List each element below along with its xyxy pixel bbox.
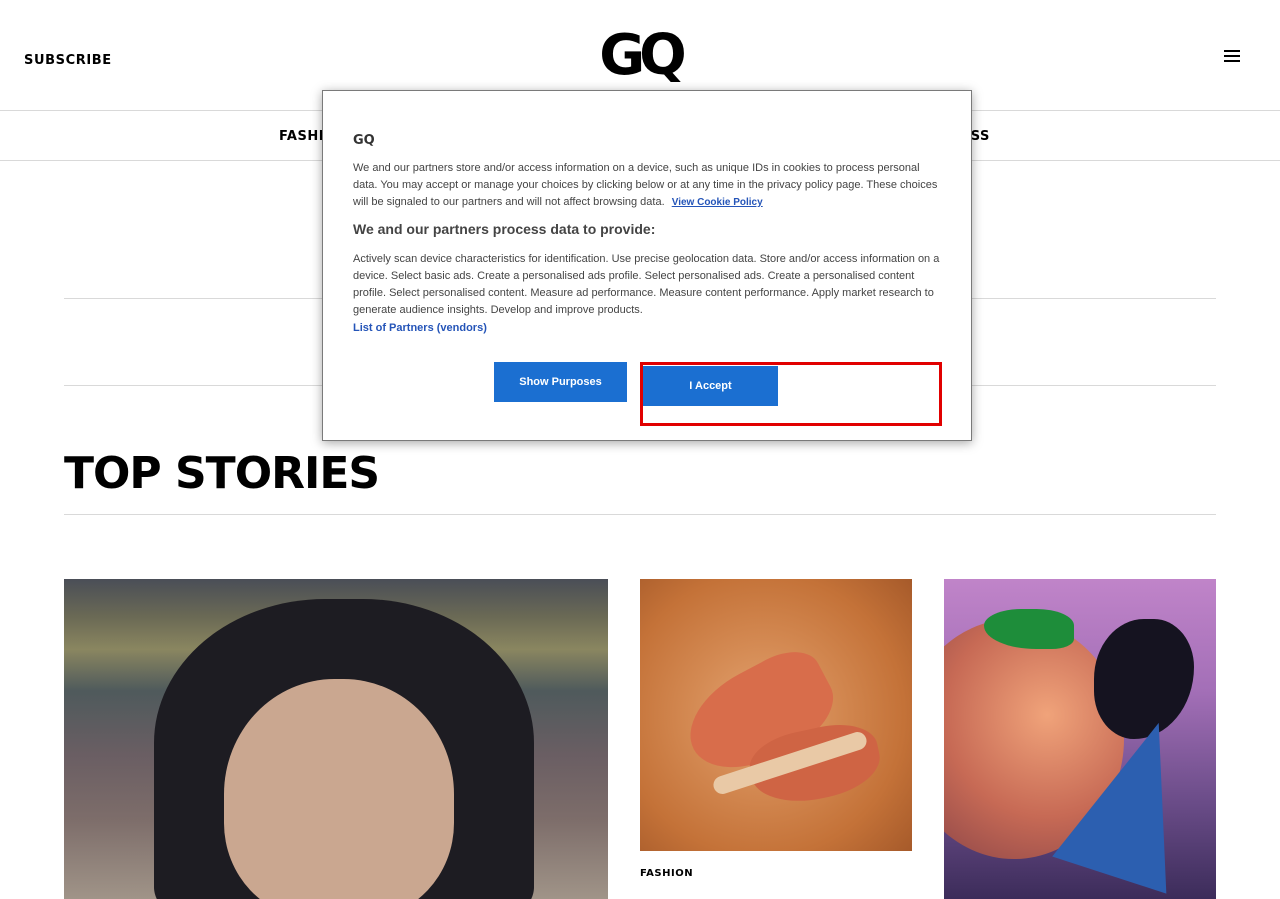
modal-intro-text: We and our partners store and/or access … xyxy=(353,160,943,211)
section-title: TOP STORIES xyxy=(64,448,380,499)
cookie-policy-link[interactable]: View Cookie Policy xyxy=(672,197,763,208)
story-image-illustration[interactable] xyxy=(944,579,1216,899)
modal-intro-body: We and our partners store and/or access … xyxy=(353,162,938,208)
show-purposes-button[interactable]: Show Purposes xyxy=(494,362,627,402)
partners-link[interactable]: List of Partners (vendors) xyxy=(353,322,487,334)
subscribe-link[interactable]: SUBSCRIBE xyxy=(24,53,112,68)
hamburger-menu-icon[interactable] xyxy=(1224,50,1240,62)
story-image-sneakers[interactable] xyxy=(640,579,912,851)
story-image-portrait[interactable] xyxy=(64,579,608,899)
portrait-face xyxy=(224,679,454,899)
accept-button[interactable]: I Accept xyxy=(643,366,778,406)
modal-purposes-text: Actively scan device characteristics for… xyxy=(353,253,940,316)
modal-heading: We and our partners process data to prov… xyxy=(353,221,656,237)
divider xyxy=(64,514,1216,515)
modal-brand: GQ xyxy=(353,133,375,148)
story-category[interactable]: FASHION xyxy=(640,868,693,879)
cookie-consent-modal: GQ We and our partners store and/or acce… xyxy=(322,90,972,441)
gq-logo[interactable]: GQ xyxy=(590,28,690,84)
